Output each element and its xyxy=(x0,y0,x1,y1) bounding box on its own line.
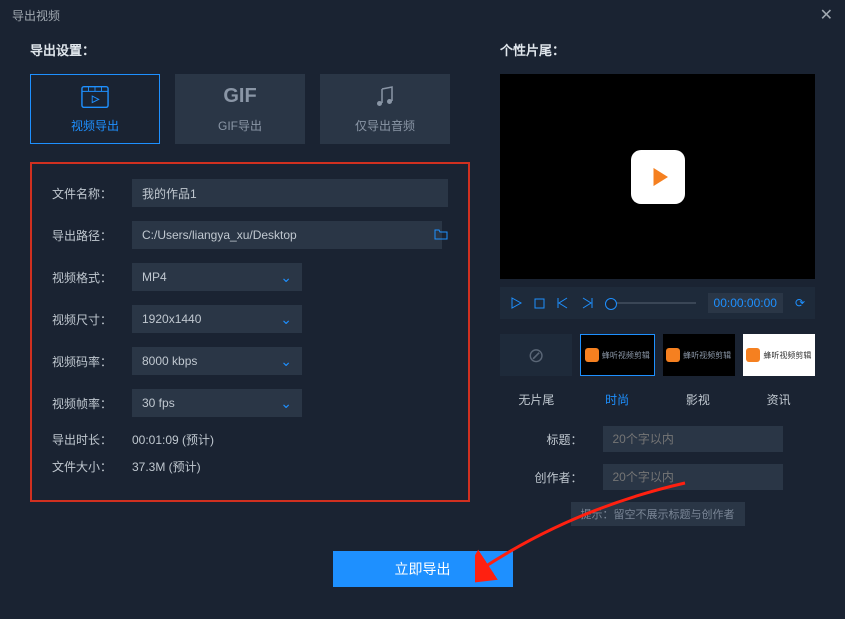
ending-panel: 个性片尾： 00:00:00:00 ⟳ ⊘ 蜂听视频剪辑 蜂听视频剪辑 蜂听视频… xyxy=(500,40,815,526)
ending-movie[interactable]: 蜂听视频剪辑 xyxy=(663,334,735,376)
title-label: 标题： xyxy=(533,431,583,448)
bitrate-label: 视频码率： xyxy=(52,353,112,370)
size-label: 视频尺寸： xyxy=(52,311,112,328)
stop-icon[interactable] xyxy=(534,298,545,309)
ending-title: 个性片尾： xyxy=(500,40,815,59)
bitrate-select[interactable]: 8000 kbps ⌄ xyxy=(132,347,302,375)
chevron-down-icon: ⌄ xyxy=(280,311,292,328)
export-button[interactable]: 立即导出 xyxy=(333,551,513,587)
tab-gif-export[interactable]: GIF GIF导出 xyxy=(175,74,305,144)
size-select[interactable]: 1920x1440 ⌄ xyxy=(132,305,302,333)
preview-logo xyxy=(631,150,685,204)
tab-audio-export[interactable]: 仅导出音频 xyxy=(320,74,450,144)
path-input[interactable] xyxy=(132,221,442,249)
filename-input[interactable] xyxy=(132,179,448,207)
folder-icon[interactable] xyxy=(434,227,448,243)
duration-label: 导出时长： xyxy=(52,431,112,448)
music-icon xyxy=(371,85,399,109)
tab-video-export[interactable]: 视频导出 xyxy=(30,74,160,144)
titlebar: 导出视频 ✕ xyxy=(0,0,845,30)
close-icon[interactable]: ✕ xyxy=(820,5,833,25)
ending-news[interactable]: 蜂听视频剪辑 xyxy=(743,334,815,376)
prev-icon[interactable] xyxy=(557,297,569,309)
duration-value: 00:01:09 (预计) xyxy=(132,431,214,448)
title-input[interactable] xyxy=(603,426,783,452)
ending-label-none: 无片尾 xyxy=(500,391,573,408)
filesize-value: 37.3M (预计) xyxy=(132,458,201,475)
ending-label-fashion: 时尚 xyxy=(581,391,654,408)
settings-highlighted-box: 文件名称： 导出路径： 视频格式： MP4 ⌄ 视频尺寸： xyxy=(30,162,470,502)
next-icon[interactable] xyxy=(581,297,593,309)
play-icon[interactable] xyxy=(510,297,522,309)
gif-icon: GIF xyxy=(226,85,254,109)
filesize-label: 文件大小： xyxy=(52,458,112,475)
export-settings-title: 导出设置： xyxy=(30,40,470,59)
format-select[interactable]: MP4 ⌄ xyxy=(132,263,302,291)
ending-label-news: 资讯 xyxy=(742,391,815,408)
ending-none[interactable]: ⊘ xyxy=(500,334,572,376)
chevron-down-icon: ⌄ xyxy=(280,395,292,412)
window-title: 导出视频 xyxy=(12,7,60,24)
video-preview xyxy=(500,74,815,279)
author-label: 创作者： xyxy=(533,469,583,486)
fps-label: 视频帧率： xyxy=(52,395,112,412)
hint-text: 提示：留空不展示标题与创作者 xyxy=(571,502,745,526)
loop-icon[interactable]: ⟳ xyxy=(795,296,805,310)
fps-select[interactable]: 30 fps ⌄ xyxy=(132,389,302,417)
author-input[interactable] xyxy=(603,464,783,490)
format-label: 视频格式： xyxy=(52,269,112,286)
ending-fashion[interactable]: 蜂听视频剪辑 xyxy=(580,334,654,376)
path-label: 导出路径： xyxy=(52,227,112,244)
time-display: 00:00:00:00 xyxy=(708,293,783,313)
chevron-down-icon: ⌄ xyxy=(280,353,292,370)
ending-label-movie: 影视 xyxy=(662,391,735,408)
export-settings-panel: 导出设置： 视频导出 GIF GIF导出 仅导出音频 文件名称： xyxy=(30,40,470,526)
filename-label: 文件名称： xyxy=(52,185,112,202)
chevron-down-icon: ⌄ xyxy=(280,269,292,286)
player-controls: 00:00:00:00 ⟳ xyxy=(500,287,815,319)
video-icon xyxy=(81,85,109,109)
progress-slider[interactable] xyxy=(605,302,696,304)
